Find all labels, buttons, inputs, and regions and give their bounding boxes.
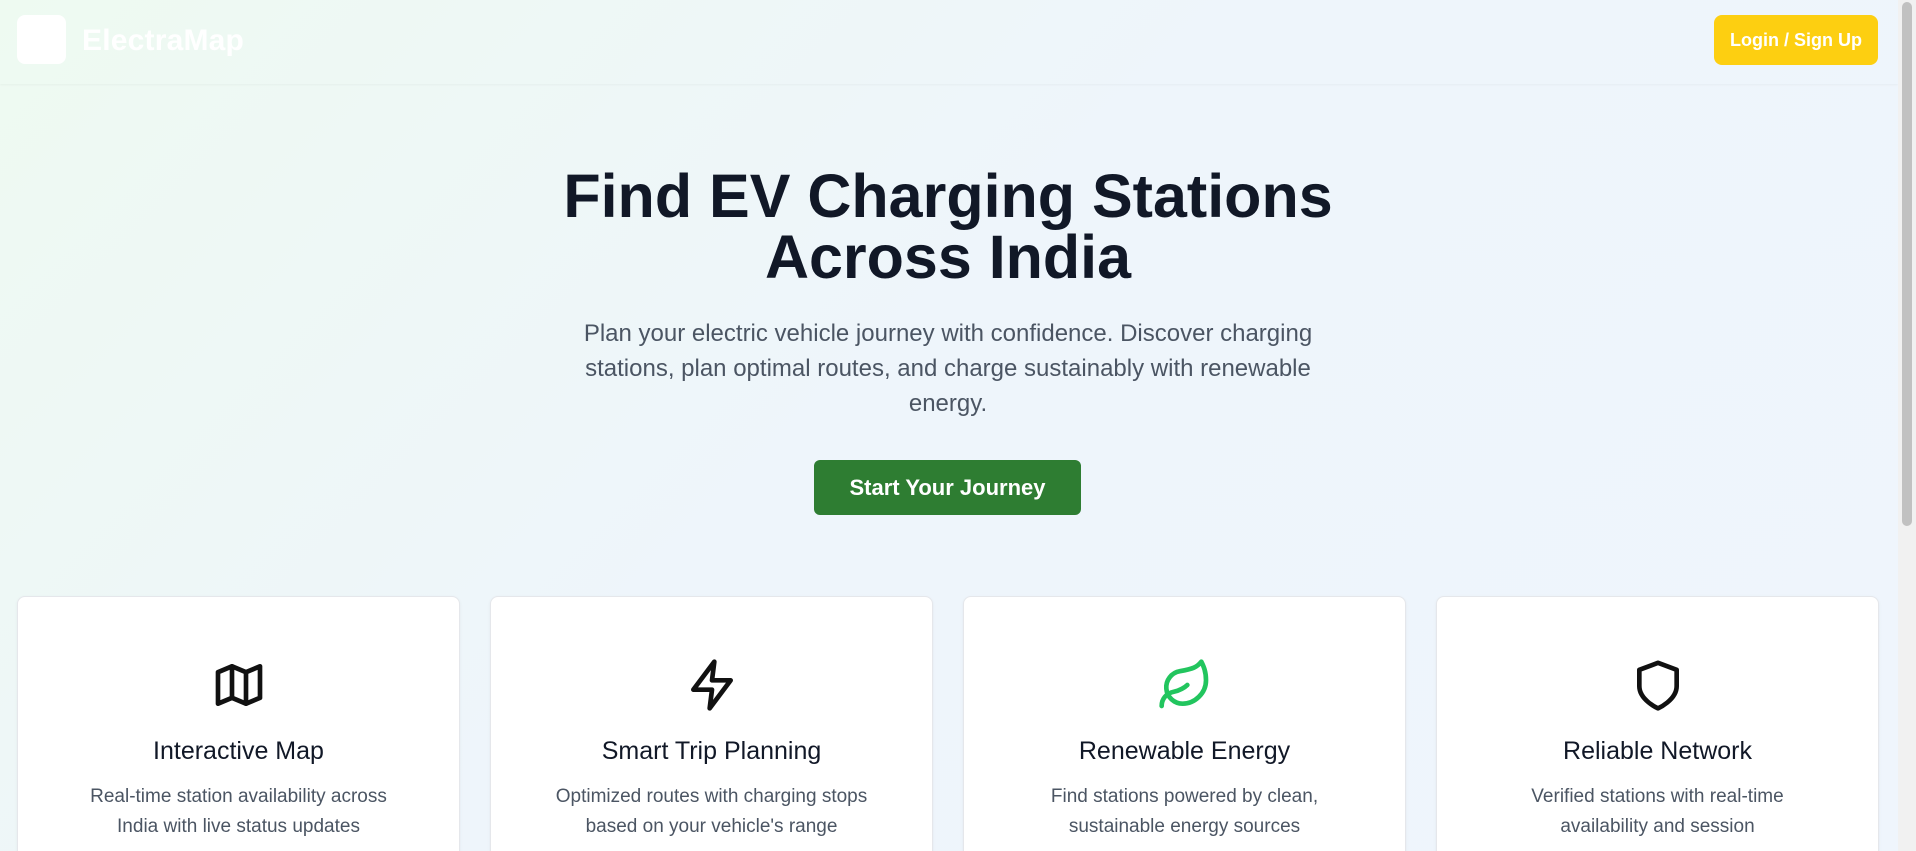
vertical-scrollbar[interactable]: [1898, 0, 1916, 851]
feature-description: Find stations powered by clean, sustaina…: [1050, 786, 1319, 837]
feature-title: Reliable Network: [1563, 737, 1752, 765]
feature-description: Real-time station availability across In…: [90, 786, 387, 837]
scrollbar-thumb[interactable]: [1902, 2, 1912, 526]
feature-title: Smart Trip Planning: [601, 737, 822, 765]
logo-icon[interactable]: [17, 15, 66, 64]
login-signup-button[interactable]: Login / Sign Up: [1714, 15, 1878, 65]
start-journey-button[interactable]: Start Your Journey: [814, 460, 1081, 515]
hero-subtitle: Plan your electric vehicle journey with …: [583, 320, 1313, 417]
brand-name[interactable]: ElectraMap: [82, 23, 244, 59]
feature-card-renewable-energy: Renewable Energy Find stations powered b…: [963, 596, 1406, 851]
feature-card-reliable-network: Reliable Network Verified stations with …: [1436, 596, 1879, 851]
map-icon: [18, 657, 459, 713]
hero-title-line-2: Across India: [764, 223, 1132, 291]
top-navbar: ElectraMap Login / Sign Up: [0, 0, 1898, 84]
hero-title: Find EV Charging Stations Across India: [0, 166, 1896, 288]
feature-title: Interactive Map: [153, 737, 324, 765]
shield-icon: [1437, 657, 1878, 713]
lightning-icon: [491, 657, 932, 713]
feature-card-smart-trip-planning: Smart Trip Planning Optimized routes wit…: [490, 596, 933, 851]
feature-description: Verified stations with real-time availab…: [1531, 786, 1784, 837]
hero-title-line-1: Find EV Charging Stations: [563, 162, 1333, 230]
page-viewport: ElectraMap Login / Sign Up Find EV Charg…: [0, 0, 1898, 851]
feature-title: Renewable Energy: [1078, 737, 1291, 765]
feature-description: Optimized routes with charging stops bas…: [555, 786, 868, 837]
feature-card-interactive-map: Interactive Map Real-time station availa…: [17, 596, 460, 851]
leaf-icon: [964, 657, 1405, 713]
